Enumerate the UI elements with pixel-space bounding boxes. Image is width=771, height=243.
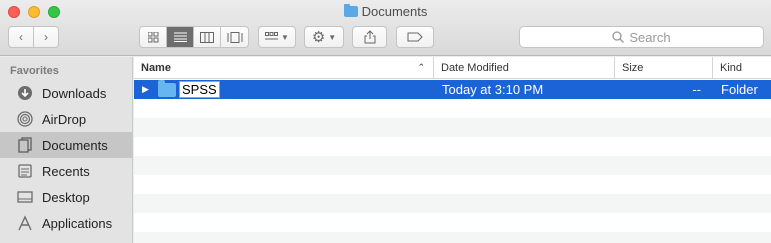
icon-grid-icon <box>147 31 158 42</box>
sidebar-item-desktop[interactable]: Desktop <box>0 184 132 210</box>
sidebar-item-recents[interactable]: Recents <box>0 158 132 184</box>
column-header-kind[interactable]: Kind <box>713 57 771 79</box>
date-modified-cell: Today at 3:10 PM <box>442 82 544 97</box>
column-header-size[interactable]: Size <box>615 57 713 79</box>
size-cell: -- <box>692 82 701 97</box>
file-list: Name ⌃ Date Modified Size Kind ▶ SPSS To… <box>134 57 771 243</box>
airdrop-icon <box>16 110 34 128</box>
disclosure-triangle-icon[interactable]: ▶ <box>142 80 149 99</box>
back-button[interactable]: ‹ <box>9 27 34 47</box>
forward-button[interactable]: › <box>34 27 58 47</box>
sidebar-item-applications[interactable]: Applications <box>0 210 132 236</box>
sidebar-heading: Favorites <box>10 65 59 77</box>
sidebar: Favorites Downloads AirDrop Documents Re… <box>0 57 133 243</box>
sidebar-item-label: AirDrop <box>42 111 87 127</box>
group-by-button[interactable]: ▼ <box>258 26 296 48</box>
chevron-left-icon: ‹ <box>19 30 23 44</box>
chevron-down-icon: ▼ <box>281 32 289 42</box>
action-menu-button[interactable]: ⚙ ▼ <box>304 26 344 48</box>
gear-icon: ⚙ <box>311 29 326 46</box>
column-header: Name ⌃ Date Modified Size Kind <box>134 57 771 79</box>
recents-icon <box>16 162 34 180</box>
gallery-view-button[interactable] <box>221 27 248 47</box>
download-icon <box>16 84 34 102</box>
share-button[interactable] <box>352 26 387 48</box>
search-input[interactable]: Search <box>519 26 764 48</box>
empty-row <box>134 99 771 118</box>
gallery-icon <box>227 31 242 43</box>
window-title: Documents <box>0 4 771 19</box>
group-grid-icon <box>265 32 279 40</box>
table-row[interactable]: ▶ SPSS Today at 3:10 PM -- Folder <box>134 80 771 99</box>
tags-button[interactable] <box>396 26 434 48</box>
column-date-label: Date Modified <box>441 62 509 74</box>
window-title-text: Documents <box>361 4 428 19</box>
applications-icon <box>16 214 34 232</box>
sidebar-item-downloads[interactable]: Downloads <box>0 80 132 106</box>
chevron-down-icon: ▼ <box>328 32 337 42</box>
title-bar: Documents ‹ › ▼ ⚙ ▼ Search <box>0 0 771 56</box>
share-icon <box>364 30 375 44</box>
sidebar-item-label: Documents <box>42 137 108 153</box>
empty-row <box>134 156 771 175</box>
list-view-button[interactable] <box>167 27 194 47</box>
empty-row <box>134 194 771 213</box>
empty-row <box>134 213 771 232</box>
column-size-label: Size <box>622 62 644 74</box>
search-placeholder: Search <box>629 29 671 45</box>
navigation-buttons: ‹ › <box>8 26 59 48</box>
view-mode-selector <box>139 26 249 48</box>
column-kind-label: Kind <box>720 62 743 74</box>
column-header-name[interactable]: Name ⌃ <box>134 57 434 79</box>
columns-icon <box>200 31 214 43</box>
sidebar-item-label: Recents <box>42 163 90 179</box>
sidebar-item-airdrop[interactable]: AirDrop <box>0 106 132 132</box>
sort-ascending-icon: ⌃ <box>417 62 425 72</box>
desktop-icon <box>16 188 34 206</box>
icon-view-button[interactable] <box>140 27 167 47</box>
sidebar-item-label: Applications <box>42 215 113 231</box>
sidebar-item-documents[interactable]: Documents <box>0 132 132 158</box>
rename-field[interactable]: SPSS <box>179 81 220 98</box>
sidebar-item-label: Downloads <box>42 85 107 101</box>
empty-row <box>134 137 771 156</box>
chevron-right-icon: › <box>44 30 48 44</box>
sidebar-item-label: Desktop <box>42 189 90 205</box>
column-view-button[interactable] <box>194 27 221 47</box>
empty-row <box>134 118 771 137</box>
tag-icon <box>407 32 423 42</box>
folder-icon <box>158 80 176 97</box>
empty-row <box>134 175 771 194</box>
column-header-date-modified[interactable]: Date Modified <box>434 57 615 79</box>
documents-icon <box>16 136 34 154</box>
folder-icon <box>343 4 358 17</box>
search-icon <box>612 31 625 43</box>
column-name-label: Name <box>141 62 171 74</box>
empty-row <box>134 232 771 243</box>
list-icon <box>173 32 187 42</box>
kind-cell: Folder <box>721 82 758 97</box>
